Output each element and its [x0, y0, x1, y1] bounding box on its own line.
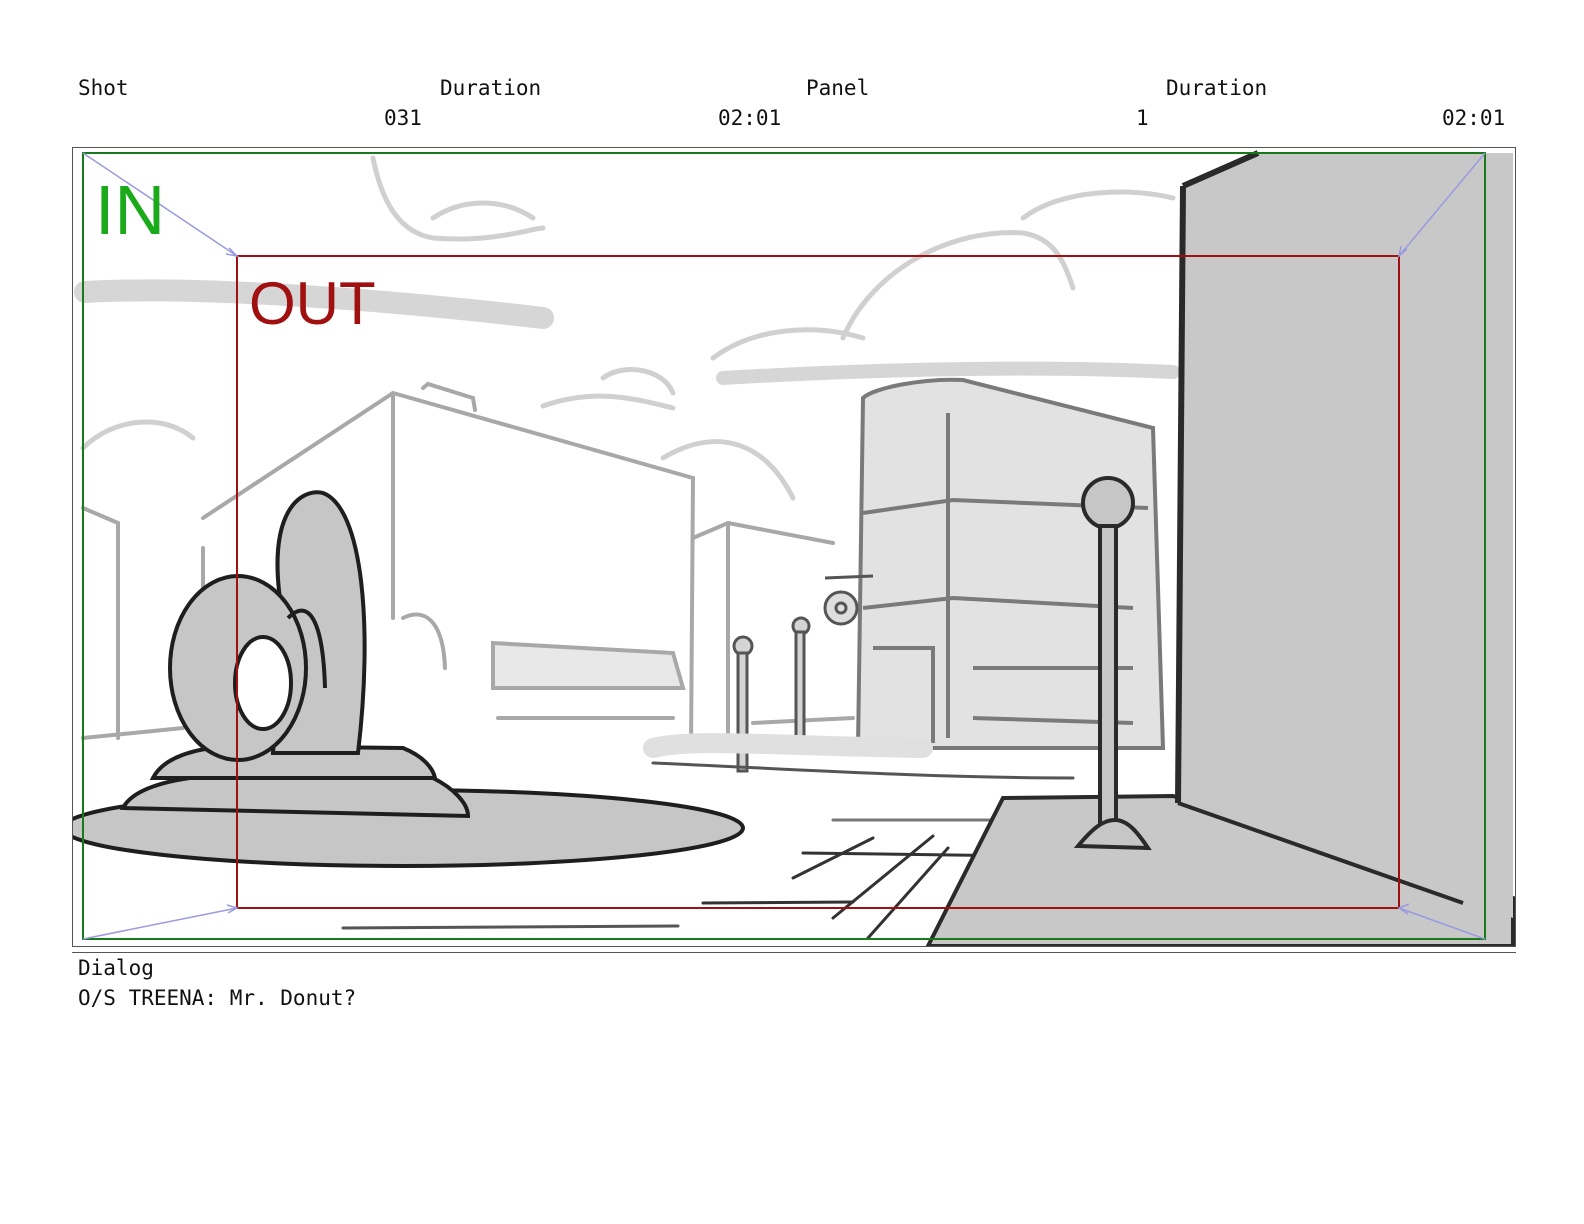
in-label: IN	[95, 171, 165, 249]
storyboard-panel: IN OUT	[72, 147, 1516, 947]
shot-number: 031	[384, 106, 422, 130]
panel-divider	[72, 952, 1516, 953]
panel-duration-label: Duration	[1166, 76, 1268, 100]
panel-label: Panel	[806, 76, 870, 100]
panel-sketch	[73, 150, 1515, 946]
dialog-text: O/S TREENA: Mr. Donut?	[78, 986, 357, 1010]
panel-duration-value: 02:01	[1442, 106, 1506, 130]
out-label: OUT	[249, 270, 376, 337]
foreground-wall	[1175, 150, 1513, 918]
shot-duration-label: Duration	[440, 76, 542, 100]
panel-number: 1	[1136, 106, 1149, 130]
shot-duration-value: 02:01	[718, 106, 782, 130]
dialog-label: Dialog	[78, 956, 154, 980]
shot-label: Shot	[78, 76, 129, 100]
